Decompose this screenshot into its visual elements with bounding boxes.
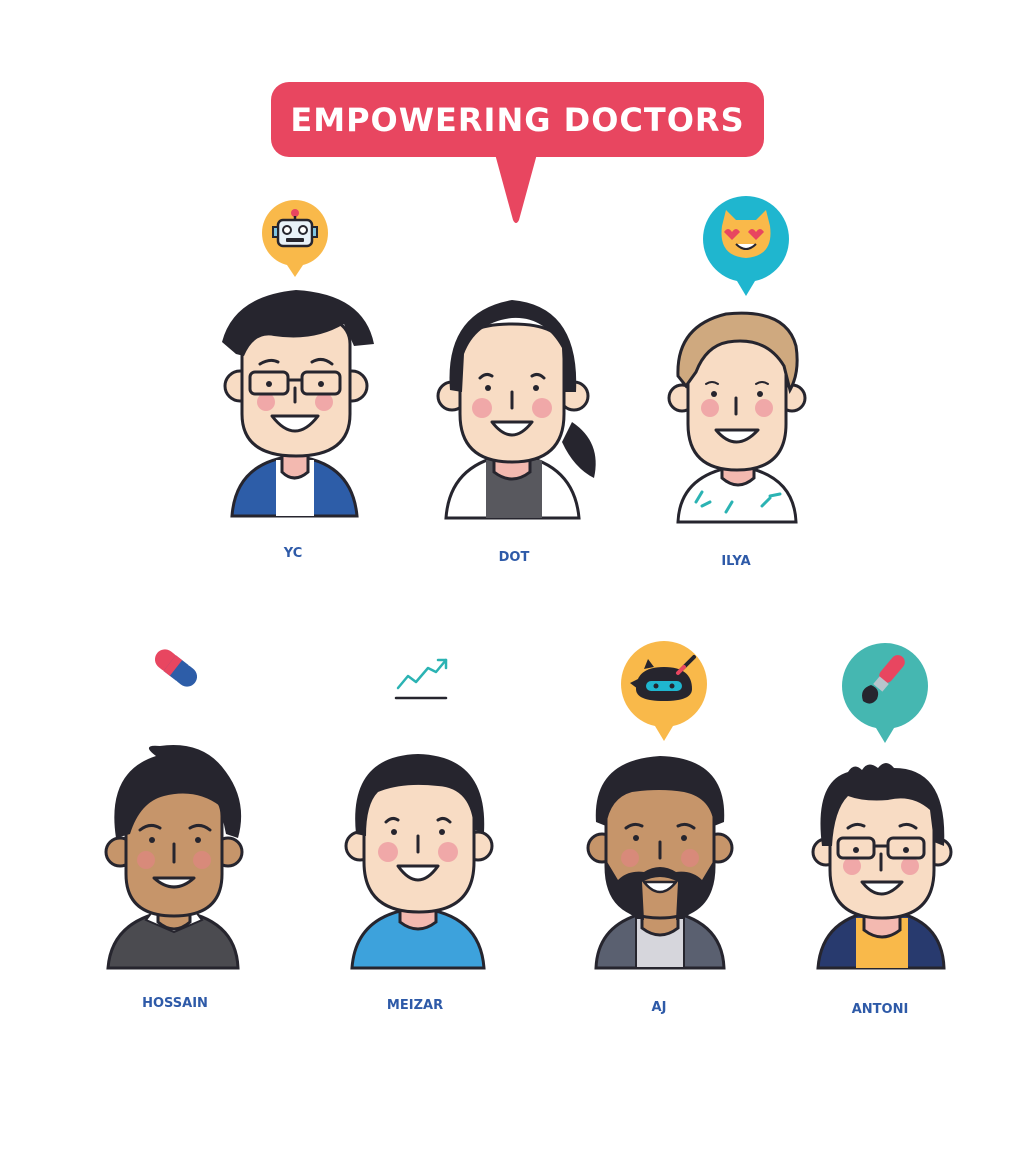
- person-meizar: [342, 752, 498, 974]
- avatar-antoni: [811, 763, 953, 970]
- ninja-icon: [621, 641, 707, 741]
- person-hossain: [100, 742, 250, 974]
- robot-icon: [262, 200, 328, 277]
- trending-up-icon: [394, 658, 448, 700]
- title-banner: EMPOWERING DOCTORS: [271, 82, 764, 157]
- person-yc: [214, 284, 384, 524]
- name-ilya: ILYA: [721, 554, 751, 569]
- name-aj: AJ: [651, 1000, 667, 1015]
- pill-icon: [154, 649, 198, 687]
- person-dot: [434, 292, 604, 524]
- paintbrush-icon: [842, 643, 928, 743]
- name-meizar: MEIZAR: [386, 998, 444, 1013]
- avatar-meizar: [344, 754, 494, 970]
- avatar-yc: [222, 290, 374, 518]
- heart-eyes-cat-icon: [703, 196, 789, 296]
- name-hossain: HOSSAIN: [142, 996, 208, 1011]
- avatar-hossain: [104, 745, 244, 970]
- person-ilya: [666, 306, 816, 528]
- avatar-aj: [586, 756, 734, 970]
- banner-tail: [495, 154, 537, 223]
- banner-title: EMPOWERING DOCTORS: [290, 100, 745, 139]
- person-antoni: [808, 762, 960, 974]
- name-antoni: ANTONI: [851, 1002, 909, 1017]
- name-yc: YC: [283, 546, 303, 561]
- avatar-ilya: [667, 311, 807, 524]
- name-dot: DOT: [498, 550, 530, 565]
- avatar-dot: [436, 300, 596, 520]
- person-aj: [584, 752, 736, 974]
